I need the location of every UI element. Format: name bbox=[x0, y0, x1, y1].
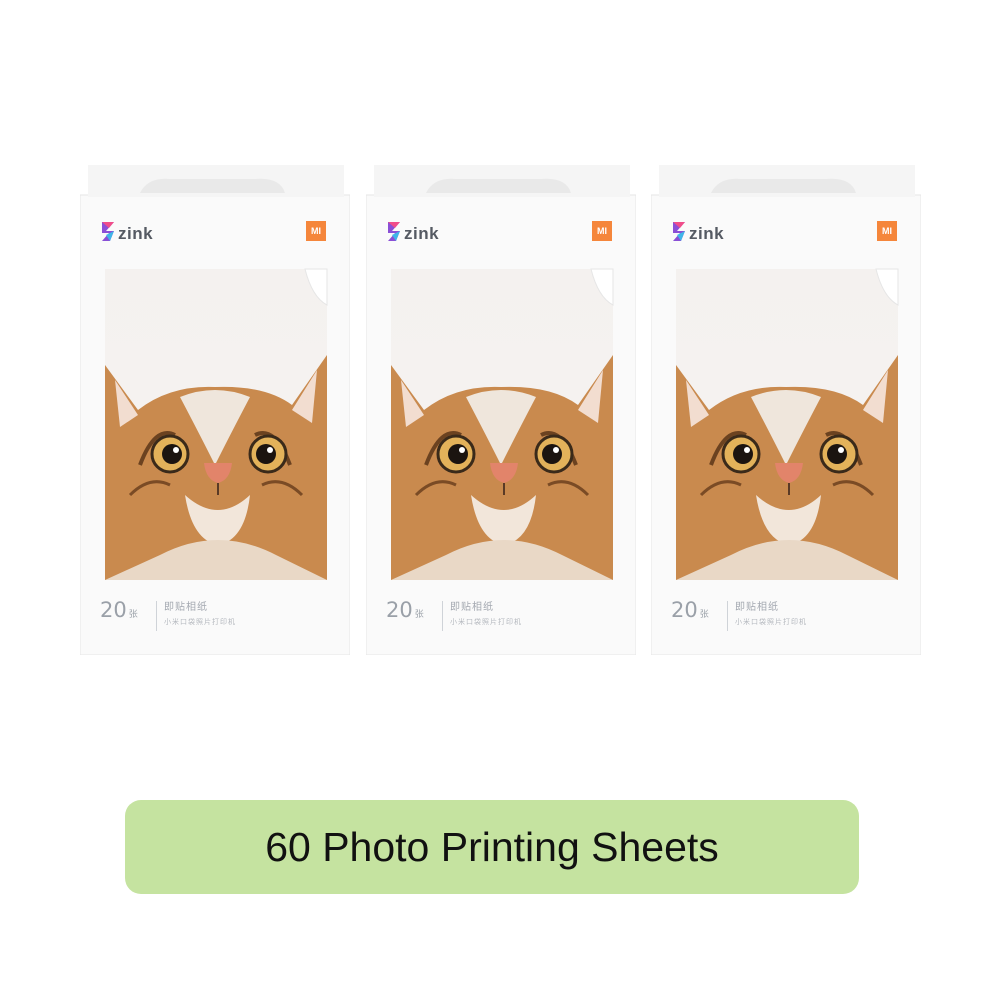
caption-banner: 60 Photo Printing Sheets bbox=[125, 800, 859, 894]
photo-paper-pack-3: zink MI 20 张 即贴相纸 小米口袋照片打印机 bbox=[651, 165, 921, 655]
sheet-count-number: 20 bbox=[100, 598, 127, 622]
mi-logo: MI bbox=[592, 221, 612, 241]
mi-logo: MI bbox=[877, 221, 897, 241]
pack-title: 即贴相纸 bbox=[164, 602, 208, 613]
sheet-count: 20 张 bbox=[671, 598, 709, 622]
sheet-count-unit: 张 bbox=[414, 610, 424, 620]
pack-title: 即贴相纸 bbox=[450, 602, 494, 613]
pack-title: 即贴相纸 bbox=[735, 602, 779, 613]
zink-logo-text: zink bbox=[118, 224, 154, 243]
divider bbox=[156, 601, 157, 631]
mi-logo: MI bbox=[306, 221, 326, 241]
pack-subtitle: 小米口袋照片打印机 bbox=[450, 618, 522, 626]
sheet-count-number: 20 bbox=[671, 598, 698, 622]
sheet-count-unit: 张 bbox=[699, 610, 709, 620]
pack-subtitle: 小米口袋照片打印机 bbox=[164, 618, 236, 626]
photo-paper-pack-1: zink MI 20 张 即贴相纸 小米口袋照片打印机 bbox=[80, 165, 350, 655]
zink-logo-text: zink bbox=[689, 224, 725, 243]
divider bbox=[727, 601, 728, 631]
caption-text: 60 Photo Printing Sheets bbox=[265, 823, 719, 870]
sheet-count-unit: 张 bbox=[128, 610, 138, 620]
photo-paper-pack-2: zink MI 20 张 即贴相纸 小米口袋照片打印机 bbox=[366, 165, 636, 655]
divider bbox=[442, 601, 443, 631]
sheet-count-number: 20 bbox=[386, 598, 413, 622]
pack-subtitle: 小米口袋照片打印机 bbox=[735, 618, 807, 626]
sheet-count: 20 张 bbox=[100, 598, 138, 622]
sheet-count: 20 张 bbox=[386, 598, 424, 622]
zink-logo-text: zink bbox=[404, 224, 440, 243]
